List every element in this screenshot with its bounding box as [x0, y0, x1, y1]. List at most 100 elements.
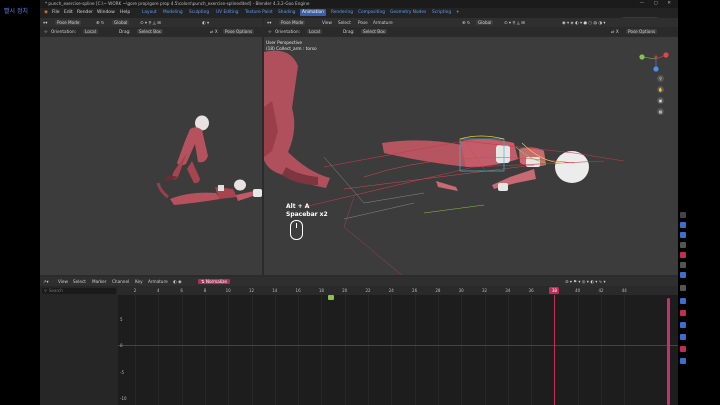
graph-menu-armature[interactable]: Armature: [148, 279, 168, 284]
keystroke-overlay: Alt + A Spacebar x2: [286, 203, 328, 219]
tool-icon[interactable]: [680, 232, 686, 238]
grid-line: [274, 295, 276, 405]
frame-tick: 40: [575, 288, 581, 293]
tool-icon[interactable]: [680, 212, 686, 218]
frame-tick: 42: [598, 288, 604, 293]
grid-line: [135, 295, 136, 405]
add-workspace-button[interactable]: +: [456, 10, 460, 15]
left-pose-options[interactable]: Pose Options: [223, 29, 255, 34]
grid-line: [344, 295, 346, 405]
right-drag-value[interactable]: Select Box: [361, 29, 388, 34]
editor-type-icon[interactable]: ⌖▾: [43, 20, 47, 25]
graph-menu-key[interactable]: Key: [135, 279, 143, 284]
normalize-label: Normalize: [205, 278, 227, 284]
transform-icons[interactable]: ⊕ ↻: [462, 20, 470, 25]
menu-view[interactable]: View: [322, 20, 332, 25]
tab-layout[interactable]: Layout: [142, 10, 157, 15]
tab-modeling[interactable]: Modeling: [163, 10, 183, 15]
tool-icon[interactable]: [680, 252, 686, 258]
right-orientation-dropdown[interactable]: Global: [476, 20, 494, 25]
grid-line: [624, 295, 626, 405]
tab-scripting[interactable]: Scripting: [432, 10, 451, 15]
frame-tick: 20: [342, 288, 348, 293]
overlay-icons[interactable]: ◉ ▾ ◈ ◐ ▾ ● ○ ◍ ◑ ▾: [562, 20, 605, 25]
left-extra-icons[interactable]: ◐ ▾: [202, 20, 209, 25]
value-tick: -5: [120, 370, 124, 375]
menu-select[interactable]: Select: [338, 20, 351, 25]
right-mode-dropdown[interactable]: Pose Mode: [279, 20, 306, 25]
playhead-line[interactable]: [554, 295, 556, 405]
menu-armature[interactable]: Armature: [373, 20, 393, 25]
graph-scrollbar[interactable]: [667, 298, 670, 405]
pivot-icons[interactable]: ⊙ ▾ ⚲ ◬ ⊞: [140, 20, 161, 25]
graph-view-icons[interactable]: ◐ ◉: [173, 279, 182, 284]
tool-icon[interactable]: [680, 346, 686, 352]
left-orientation-dropdown[interactable]: Global: [112, 20, 130, 25]
tool-icon[interactable]: [680, 358, 686, 364]
grid-line: [158, 295, 160, 405]
left-strip: 빨시 정치: [0, 0, 40, 405]
zoom-icon[interactable]: ⚲: [657, 75, 664, 82]
normalize-toggle[interactable]: ⇅ Normalize: [198, 278, 230, 284]
tool-icon[interactable]: [680, 285, 686, 291]
tab-sculpting[interactable]: Sculpting: [189, 10, 209, 15]
frame-tick: 8: [203, 288, 207, 293]
tool-icon[interactable]: [680, 310, 686, 316]
tab-uv-editing[interactable]: UV Editing: [216, 10, 238, 15]
menu-window[interactable]: Window: [97, 10, 115, 15]
tool-icon[interactable]: [680, 242, 686, 248]
x-axis-toggle[interactable]: ⇌ X: [611, 29, 619, 34]
grid-line: [484, 295, 486, 405]
current-frame-indicator[interactable]: 38: [549, 287, 560, 294]
frame-ruler[interactable]: [118, 286, 678, 295]
x-axis-toggle[interactable]: ⇌ X: [210, 29, 218, 34]
pivot-icons[interactable]: ⊙ ▾ ⚲ ◬ ⊞: [504, 20, 525, 25]
transform-icons[interactable]: ⊕ ↻: [96, 20, 104, 25]
camera-view-icon[interactable]: ▣: [657, 97, 664, 104]
blender-logo-icon[interactable]: ◉: [44, 10, 48, 15]
right-pose-options[interactable]: Pose Options: [626, 29, 658, 34]
left-3d-viewport[interactable]: [40, 37, 262, 275]
graph-menu-view[interactable]: View: [58, 279, 68, 284]
right-3d-viewport[interactable]: User Perspective (18) Collect_arm : tors…: [264, 37, 678, 275]
graph-editor-type-icon[interactable]: ↗▾: [43, 279, 49, 284]
tab-shading[interactable]: Shading: [278, 10, 295, 15]
right-orientation-value[interactable]: Local: [307, 29, 322, 34]
perspective-toggle-icon[interactable]: ▦: [657, 108, 664, 115]
blender-window: * punch_exercise-spline [C:\~ WORK ~\gor…: [40, 0, 678, 405]
left-orientation-value[interactable]: Local: [83, 29, 98, 34]
graph-editor[interactable]: ⚲ Search 2 4 6 8 10 12 14 16 18 20 22 24 26 28 30 32 34 3…: [40, 286, 678, 405]
tool-icon[interactable]: [680, 272, 686, 278]
search-icon: ⚲: [44, 288, 47, 293]
window-controls[interactable]: — ▢ ✕: [640, 1, 675, 6]
menu-render[interactable]: Render: [77, 10, 93, 15]
tab-rendering[interactable]: Rendering: [331, 10, 353, 15]
graph-menu-select[interactable]: Select: [73, 279, 86, 284]
menu-edit[interactable]: Edit: [64, 10, 73, 15]
pan-hand-icon[interactable]: ✋: [657, 86, 664, 93]
graph-filter-icons[interactable]: ⊘ ▾ ⚑ ▾ ◎ ▾ ◐ ▾ ∿ ▾: [565, 279, 606, 284]
left-drag-value[interactable]: Select Box: [137, 29, 164, 34]
tool-icon[interactable]: [680, 334, 686, 340]
tab-geometry-nodes[interactable]: Geometry Nodes: [390, 10, 426, 15]
tab-compositing[interactable]: Compositing: [358, 10, 385, 15]
graph-menu-channel[interactable]: Channel: [112, 279, 129, 284]
menu-pose[interactable]: Pose: [358, 20, 368, 25]
editor-type-icon[interactable]: ⌖▾: [267, 20, 271, 25]
tab-animation[interactable]: Animation: [300, 9, 326, 16]
tool-icon[interactable]: [680, 262, 686, 268]
keyframe-marker-icon[interactable]: [328, 295, 334, 300]
frame-tick: 16: [295, 288, 301, 293]
tool-icon[interactable]: [680, 298, 686, 304]
frame-tick: 30: [458, 288, 464, 293]
tool-icon[interactable]: [680, 222, 686, 228]
menu-file[interactable]: File: [52, 10, 60, 15]
left-mode-dropdown[interactable]: Pose Mode: [55, 20, 82, 25]
grid-line: [414, 295, 416, 405]
grid-line: [601, 295, 602, 405]
graph-menu-marker[interactable]: Marker: [92, 279, 106, 284]
channel-search-input[interactable]: ⚲ Search: [42, 288, 116, 294]
tab-texture-paint[interactable]: Texture Paint: [245, 10, 273, 15]
menu-help[interactable]: Help: [120, 10, 130, 15]
tool-icon[interactable]: [680, 322, 686, 328]
